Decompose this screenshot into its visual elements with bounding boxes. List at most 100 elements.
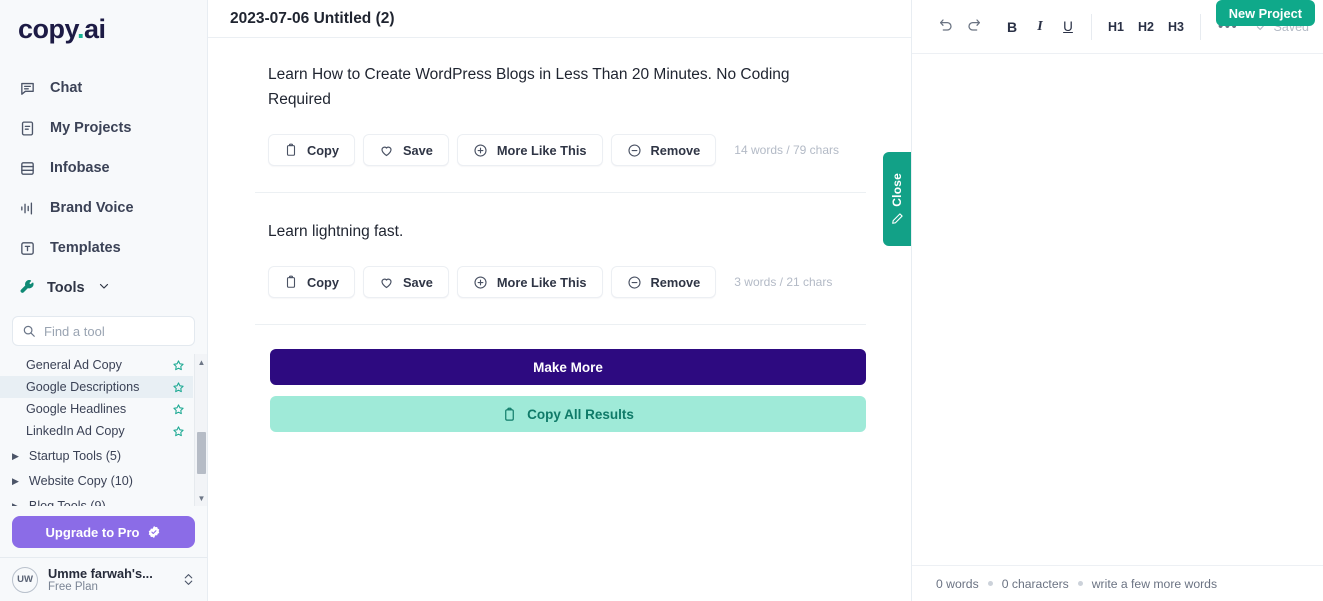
remove-button[interactable]: Remove (610, 134, 717, 167)
heading-1-button[interactable]: H1 (1101, 13, 1131, 41)
copy-icon (502, 407, 517, 422)
sidebar-item-label: My Projects (50, 120, 132, 136)
tool-group-startup-tools[interactable]: ▶ Startup Tools (5) (0, 445, 193, 467)
chat-icon (18, 79, 36, 97)
result-card: Learn How to Create WordPress Blogs in L… (208, 62, 911, 167)
scroll-up-icon[interactable]: ▲ (195, 355, 207, 369)
new-project-button[interactable]: New Project (1215, 0, 1315, 26)
tool-item-label: Google Headlines (26, 402, 127, 416)
heading-2-button[interactable]: H2 (1131, 13, 1161, 41)
undo-button[interactable] (932, 13, 960, 41)
tool-list-scrollbar[interactable]: ▲ ▼ (194, 354, 207, 506)
save-button[interactable]: Save (363, 266, 449, 299)
make-more-button[interactable]: Make More (270, 349, 866, 386)
copy-button[interactable]: Copy (268, 134, 355, 167)
redo-button[interactable] (960, 13, 988, 41)
copy-icon (284, 275, 298, 289)
more-like-this-button[interactable]: More Like This (456, 266, 603, 299)
plus-circle-icon (473, 143, 488, 158)
scroll-down-icon[interactable]: ▼ (195, 491, 207, 505)
sidebar-item-brand-voice[interactable]: Brand Voice (0, 188, 207, 228)
more-like-this-button[interactable]: More Like This (456, 134, 603, 167)
copy-button[interactable]: Copy (268, 266, 355, 299)
triangle-right-icon: ▶ (12, 475, 19, 486)
avatar: UW (12, 566, 38, 593)
sidebar-item-chat[interactable]: Chat (0, 68, 207, 108)
upgrade-label: Upgrade to Pro (45, 524, 140, 540)
brand-suffix: ai (84, 14, 106, 44)
result-stats: 14 words / 79 chars (734, 143, 840, 158)
copy-all-label: Copy All Results (527, 406, 634, 422)
tool-group-blog-tools[interactable]: ▶ Blog Tools (9) (0, 495, 193, 506)
account-switcher[interactable]: UW Umme farwah's... Free Plan (0, 557, 207, 601)
heading-3-button[interactable]: H3 (1161, 13, 1191, 41)
brand-dot: . (77, 14, 85, 44)
underline-button[interactable]: U (1054, 13, 1082, 41)
tool-group-label: Website Copy (10) (28, 474, 133, 488)
database-icon (18, 159, 36, 177)
upgrade-to-pro-button[interactable]: Upgrade to Pro (12, 516, 195, 548)
tool-item-label: General Ad Copy (26, 358, 122, 372)
status-separator-dot (987, 581, 993, 586)
status-hint: write a few more words (1091, 576, 1218, 591)
action-label: Save (403, 142, 433, 158)
triangle-right-icon: ▶ (12, 450, 19, 461)
result-text: Learn How to Create WordPress Blogs in L… (268, 66, 790, 109)
result-actions: Copy Save More Like This (268, 266, 873, 299)
minus-circle-icon (627, 275, 642, 290)
chevron-down-icon[interactable] (98, 280, 110, 296)
toolbar-divider (1091, 13, 1092, 40)
toolbar-divider (1200, 13, 1201, 40)
close-tab-label: Close (890, 172, 904, 207)
sidebar-item-templates[interactable]: Templates (0, 228, 207, 268)
copy-all-results-button[interactable]: Copy All Results (270, 396, 866, 433)
tool-search[interactable] (12, 316, 195, 346)
brand-logo[interactable]: copy.ai (0, 0, 207, 60)
verified-badge-icon (147, 525, 161, 539)
brand-name: copy (18, 14, 78, 44)
tool-item-label: Google Descriptions (26, 380, 140, 394)
sidebar-item-tools[interactable]: Tools (0, 268, 207, 308)
sidebar-item-label: Chat (50, 80, 83, 96)
star-icon[interactable] (172, 425, 185, 438)
main-content: 2023-07-06 Untitled (2) Learn How to Cre… (208, 0, 912, 601)
editor-textarea[interactable] (912, 54, 1323, 565)
tool-item-linkedin-ad-copy[interactable]: LinkedIn Ad Copy (0, 420, 193, 442)
tool-group-website-copy[interactable]: ▶ Website Copy (10) (0, 470, 193, 492)
close-editor-tab[interactable]: Close (883, 152, 911, 246)
sidebar-item-my-projects[interactable]: My Projects (0, 108, 207, 148)
editor-panel: B I U H1 H2 H3 ••• Saved 0 words 0 chara… (912, 0, 1323, 601)
tool-item-general-ad-copy[interactable]: General Ad Copy (0, 354, 193, 376)
brand-logo-text: copy.ai (18, 14, 207, 45)
star-icon[interactable] (172, 403, 185, 416)
search-input[interactable] (44, 323, 185, 339)
character-count: 0 characters (1001, 576, 1069, 591)
star-icon[interactable] (172, 359, 185, 372)
action-label: Save (403, 274, 433, 290)
result-text: Learn lightning fast. (268, 223, 404, 241)
scrollbar-thumb[interactable] (197, 432, 206, 474)
heart-icon (379, 143, 394, 158)
minus-circle-icon (627, 143, 642, 158)
equalizer-icon (18, 199, 36, 217)
italic-button[interactable]: I (1026, 13, 1054, 41)
chevron-up-down-icon[interactable] (182, 571, 195, 588)
save-button[interactable]: Save (363, 134, 449, 167)
bold-button[interactable]: B (998, 13, 1026, 41)
tool-group-label: Blog Tools (9) (28, 499, 106, 506)
sidebar-item-label: Templates (50, 240, 121, 256)
results-list: Learn How to Create WordPress Blogs in L… (208, 38, 911, 433)
action-label: Copy (307, 274, 339, 290)
tool-item-google-descriptions[interactable]: Google Descriptions (0, 376, 193, 398)
action-label: More Like This (496, 274, 587, 290)
result-divider (255, 192, 866, 194)
tool-group-label: Startup Tools (5) (28, 449, 122, 463)
remove-button[interactable]: Remove (610, 266, 717, 299)
tool-item-google-headlines[interactable]: Google Headlines (0, 398, 193, 420)
status-separator-dot (1077, 581, 1083, 586)
star-icon[interactable] (172, 381, 185, 394)
document-topbar: 2023-07-06 Untitled (2) (208, 0, 911, 38)
heart-icon (379, 275, 394, 290)
sidebar-item-infobase[interactable]: Infobase (0, 148, 207, 188)
wrench-icon (18, 279, 36, 297)
